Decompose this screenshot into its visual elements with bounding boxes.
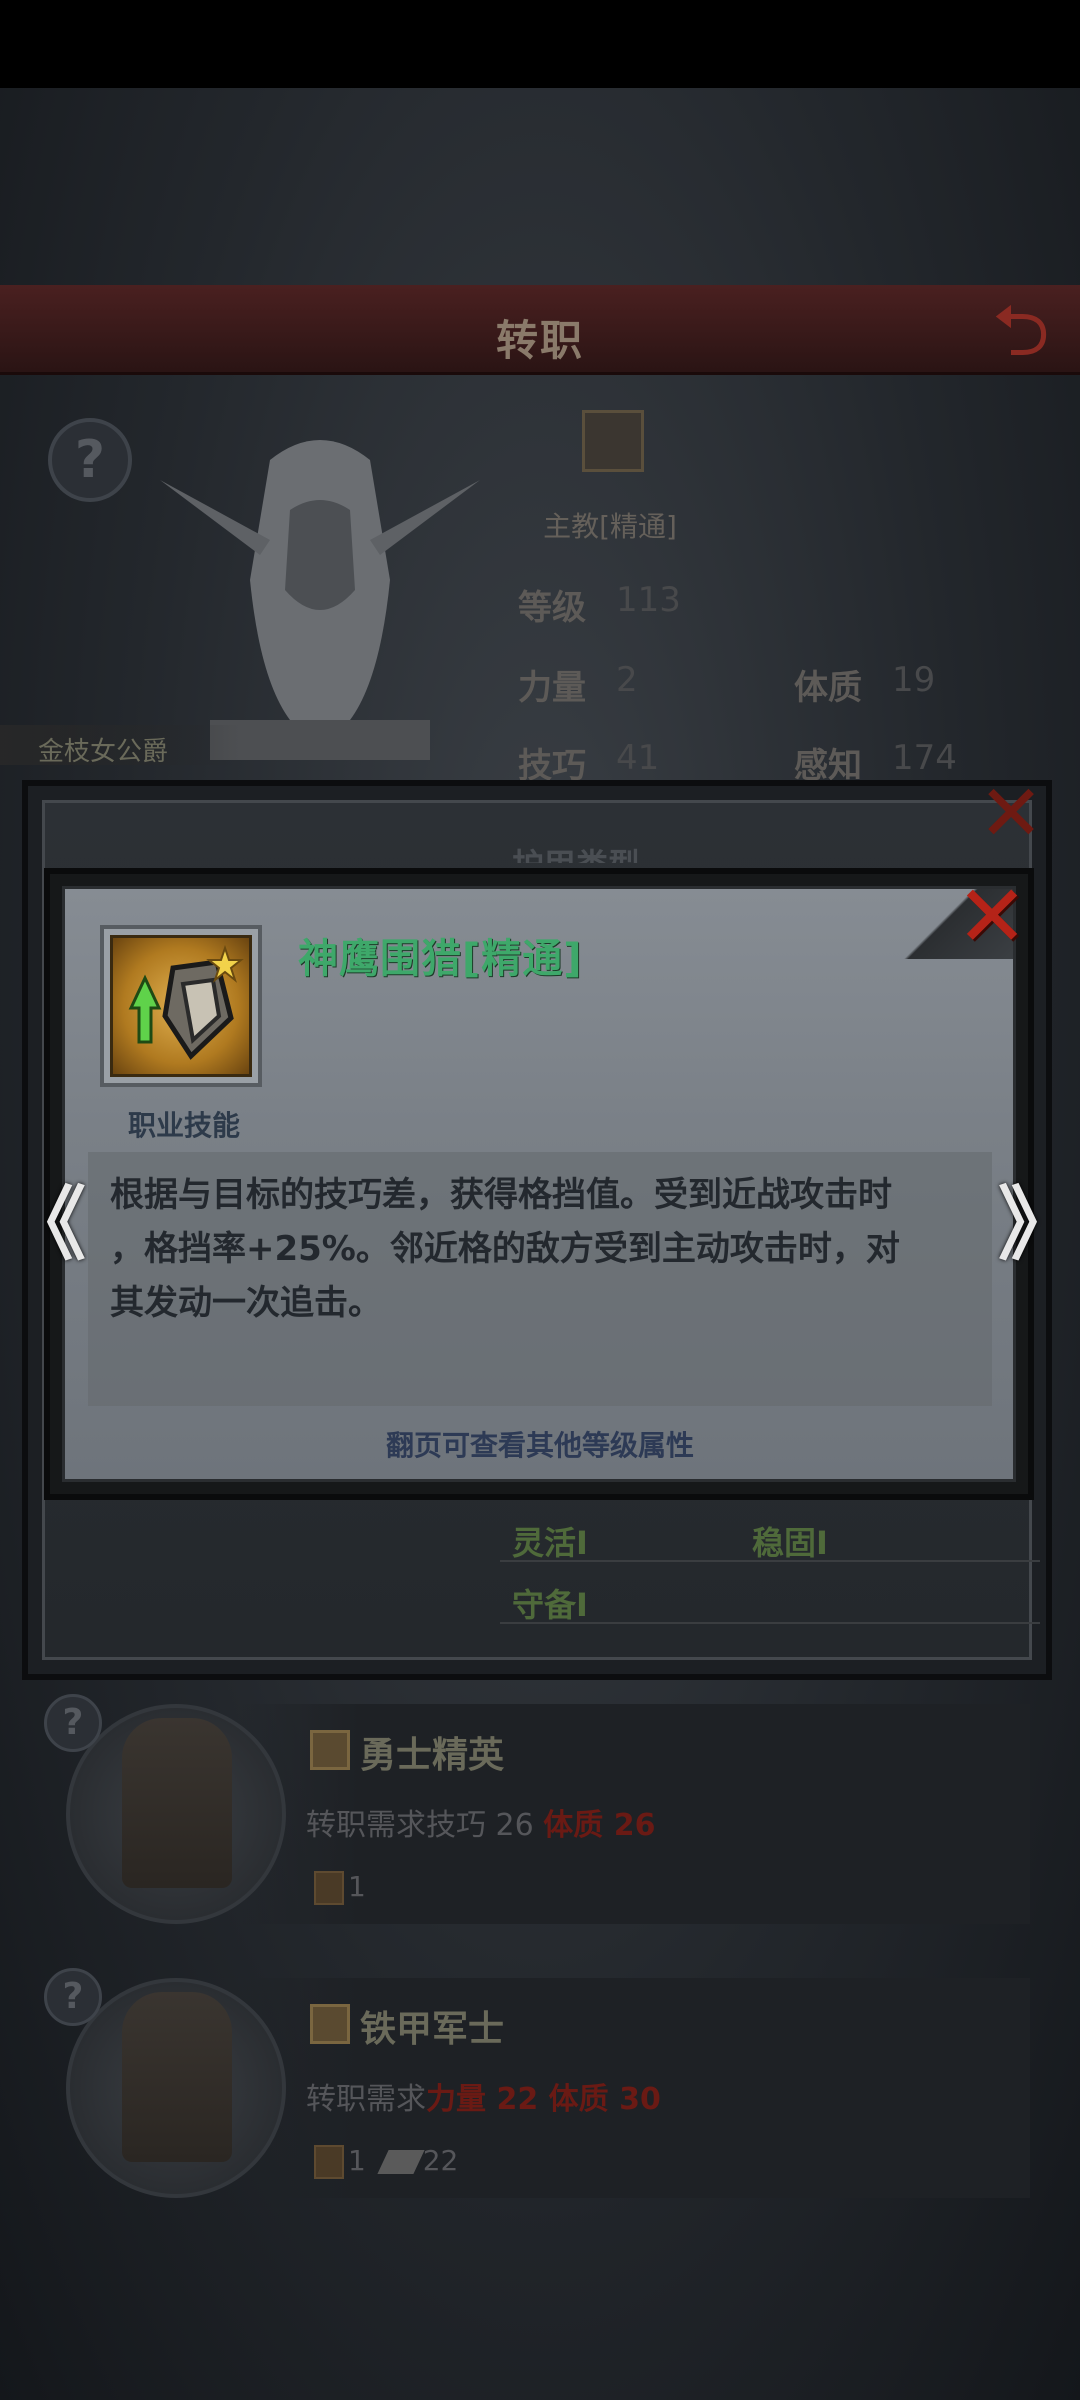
- stat-label-constitution: 体质: [794, 668, 862, 708]
- character-name: 金枝女公爵: [38, 737, 169, 767]
- requirement-missing: 体质 26: [543, 1808, 656, 1843]
- class-figure: [122, 1718, 232, 1888]
- skill-icon-frame: [100, 925, 262, 1087]
- class-title: 勇士精英: [360, 1735, 505, 1776]
- title-bar: 转职 ⮌: [0, 285, 1080, 375]
- armor-dialog-close-button[interactable]: ✕: [976, 775, 1046, 853]
- shield-badge-icon: [310, 1730, 350, 1770]
- requirement-missing: 力量 22 体质 30: [426, 2082, 661, 2117]
- armor-tag: 稳固I: [752, 1524, 828, 1562]
- close-icon: ✕: [955, 867, 1029, 967]
- stat-value-level: 113: [616, 580, 681, 620]
- resource-count: 22: [422, 2144, 459, 2177]
- shield-badge-icon: [310, 2004, 350, 2044]
- class-figure: [122, 1992, 232, 2162]
- skill-description-line: 根据与目标的技巧差，获得格挡值。受到近战攻击时: [110, 1175, 892, 1215]
- class-name: 主教[精通]: [543, 510, 677, 543]
- class-resources: 1 22: [314, 2144, 458, 2179]
- help-button[interactable]: ?: [48, 418, 132, 502]
- armor-tag: 守备I: [512, 1586, 588, 1624]
- requirement-text: 转职需求技巧 26: [306, 1808, 544, 1843]
- character-portrait: [160, 440, 480, 760]
- class-icon: [582, 410, 644, 472]
- divider: [500, 1622, 1040, 1624]
- medal-icon: [314, 1871, 344, 1905]
- close-icon: ✕: [978, 769, 1044, 859]
- skill-name: 神鹰围猎[精通]: [298, 936, 583, 982]
- class-title: 铁甲军士: [360, 2009, 505, 2050]
- resource-count: 1: [348, 2144, 366, 2177]
- divider: [500, 1560, 1040, 1562]
- skill-dialog-close-button[interactable]: ✕: [952, 874, 1032, 960]
- stat-label-level: 等级: [518, 588, 586, 628]
- medal-icon: [314, 2145, 344, 2179]
- stat-value-constitution: 19: [892, 660, 936, 700]
- skill-type: 职业技能: [127, 1109, 240, 1142]
- class-requirement: 转职需求力量 22 体质 30: [306, 2074, 661, 2118]
- prev-page-button[interactable]: 《: [6, 1160, 86, 1276]
- next-page-button[interactable]: 》: [998, 1160, 1078, 1276]
- double-chevron-right-icon: 》: [998, 1178, 1078, 1271]
- skill-description: 根据与目标的技巧差，获得格挡值。受到近战攻击时 ，格挡率+25%。邻近格的敌方受…: [110, 1168, 970, 1330]
- requirement-text: 转职需求: [306, 2082, 426, 2117]
- resource-count: 1: [348, 1870, 366, 1903]
- back-button[interactable]: ⮌: [976, 294, 1066, 366]
- armor-tag: 灵活I: [512, 1524, 588, 1562]
- page-title: 转职: [495, 316, 584, 365]
- skill-icon: [110, 935, 252, 1077]
- status-bar: [0, 0, 1080, 88]
- shield-blade-icon: [128, 944, 244, 1060]
- iron-ingot-icon: [377, 2150, 425, 2174]
- stat-label-strength: 力量: [518, 668, 586, 708]
- character-name-plate: 金枝女公爵: [0, 725, 240, 767]
- stat-value-skill: 41: [616, 738, 660, 778]
- stat-value-strength: 2: [616, 660, 638, 700]
- back-arrow-icon: ⮌: [992, 288, 1050, 372]
- class-resources: 1: [314, 1870, 366, 1905]
- class-help-button[interactable]: ?: [44, 1968, 102, 2026]
- page-hint: 翻页可查看其他等级属性: [385, 1429, 694, 1462]
- stat-value-perception: 174: [892, 738, 957, 778]
- class-help-button[interactable]: ?: [44, 1694, 102, 1752]
- class-requirement: 转职需求技巧 26 体质 26: [306, 1800, 655, 1844]
- double-chevron-left-icon: 《: [6, 1178, 86, 1271]
- skill-description-line: 其发动一次追击。: [110, 1283, 382, 1323]
- skill-description-line: ，格挡率+25%。邻近格的敌方受到主动攻击时，对: [110, 1229, 900, 1269]
